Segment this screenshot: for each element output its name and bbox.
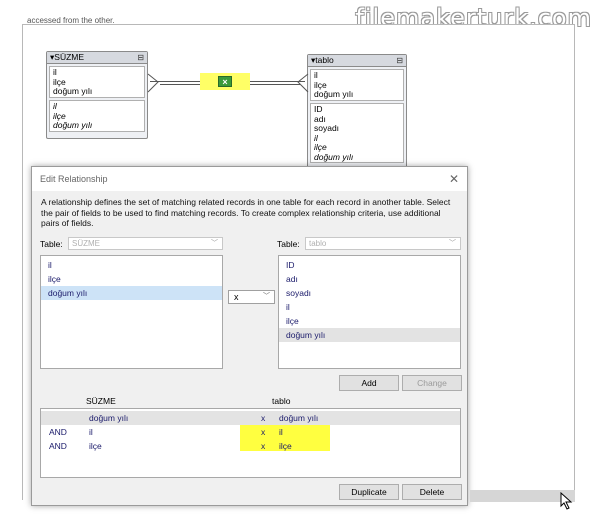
list-item[interactable]: adı — [279, 272, 460, 286]
table-occurrence-header[interactable]: ▾tablo ⊟ — [308, 55, 406, 67]
criteria-header-right: tablo — [272, 396, 291, 406]
duplicate-button[interactable]: Duplicate — [339, 484, 399, 500]
table-occurrence-fields: il ilçe doğum yılı — [49, 100, 145, 132]
crowsfoot-left-icon — [147, 73, 159, 93]
right-field-list[interactable]: ID adı soyadı il ilçe doğum yılı — [278, 255, 461, 369]
criteria-operator: x — [261, 441, 266, 451]
criteria-conj: AND — [49, 427, 67, 437]
criteria-list[interactable]: doğum yılı x doğum yılı AND il x il AND … — [40, 408, 461, 478]
close-icon[interactable]: ✕ — [449, 172, 459, 186]
mouse-cursor-icon — [560, 492, 573, 510]
criteria-row[interactable]: doğum yılı x doğum yılı — [41, 411, 460, 425]
table-occurrence-title: ▾tablo — [311, 55, 334, 65]
criteria-row[interactable]: AND ilçe x ilçe — [41, 439, 460, 453]
left-field-list[interactable]: il ilçe doğum yılı — [40, 255, 223, 369]
to-field: doğum yılı — [53, 86, 93, 96]
operator-select[interactable]: x ﹀ — [228, 290, 275, 304]
dialog-title: Edit Relationship — [40, 174, 108, 184]
criteria-right-field: doğum yılı — [279, 413, 319, 423]
criteria-left-field: il — [89, 427, 93, 437]
list-item[interactable]: ilçe — [41, 272, 222, 286]
right-table-select[interactable]: tablo ﹀ — [305, 237, 461, 250]
to-field: doğum yılı — [53, 120, 93, 130]
chevron-down-icon: ﹀ — [263, 293, 270, 300]
to-field: ID — [314, 104, 323, 114]
chevron-down-icon: ﹀ — [449, 240, 456, 247]
criteria-right-field: ilçe — [279, 441, 292, 451]
relationship-operator-icon[interactable]: × — [200, 73, 250, 90]
to-field: soyadı — [314, 123, 340, 133]
to-field: il — [53, 67, 57, 77]
to-field: doğum yılı — [314, 151, 354, 162]
delete-button[interactable]: Delete — [402, 484, 462, 500]
criteria-right-field: il — [279, 427, 283, 437]
table-occurrence-tablo[interactable]: ▾tablo ⊟ il ilçe doğum yılı ID adı soyad… — [307, 54, 407, 168]
table-occurrence-match-fields: il ilçe doğum yılı — [310, 69, 404, 101]
dialog-description: A relationship defines the set of matchi… — [41, 197, 451, 228]
edit-relationship-dialog: Edit Relationship ✕ A relationship defin… — [31, 166, 468, 506]
criteria-conj: AND — [49, 441, 67, 451]
table-occurrence-header[interactable]: ▾SÜZME ⊟ — [47, 52, 147, 64]
right-table-value: tablo — [309, 239, 327, 248]
list-item[interactable]: soyadı — [279, 286, 460, 300]
criteria-operator: x — [261, 427, 266, 437]
table-occurrence-match-fields: il ilçe doğum yılı — [49, 66, 145, 98]
dialog-titlebar[interactable]: Edit Relationship ✕ — [32, 167, 467, 191]
table-occurrence-suzme[interactable]: ▾SÜZME ⊟ il ilçe doğum yılı il ilçe doğu… — [46, 51, 148, 139]
left-table-label: Table: — [40, 239, 63, 249]
operator-value: x — [234, 292, 239, 302]
criteria-left-field: ilçe — [89, 441, 102, 451]
list-item[interactable]: ID — [279, 258, 460, 272]
list-item[interactable]: doğum yılı — [41, 286, 222, 300]
to-field: il — [53, 101, 57, 111]
criteria-operator: x — [261, 413, 266, 423]
list-item[interactable]: il — [41, 258, 222, 272]
collapse-icon[interactable]: ⊟ — [137, 53, 144, 62]
change-button[interactable]: Change — [402, 375, 462, 391]
table-occurrence-fields: ID adı soyadı il ilçe doğum yılı — [310, 103, 404, 163]
left-table-select[interactable]: SÜZME ﹀ — [68, 237, 223, 250]
left-table-value: SÜZME — [72, 239, 100, 248]
chevron-down-icon: ﹀ — [211, 240, 218, 247]
table-occurrence-title: ▾SÜZME — [50, 52, 85, 62]
criteria-row[interactable]: AND il x il — [41, 425, 460, 439]
list-item[interactable]: doğum yılı — [279, 328, 460, 342]
criteria-left-field: doğum yılı — [89, 413, 129, 423]
to-field: doğum yılı — [314, 89, 354, 99]
list-item[interactable]: il — [279, 300, 460, 314]
relationship-symbol-icon: × — [218, 76, 232, 87]
list-item[interactable]: ilçe — [279, 314, 460, 328]
add-button[interactable]: Add — [339, 375, 399, 391]
crowsfoot-right-icon — [297, 73, 309, 93]
right-table-label: Table: — [277, 239, 300, 249]
criteria-header-left: SÜZME — [86, 396, 116, 406]
collapse-icon[interactable]: ⊟ — [396, 56, 403, 65]
